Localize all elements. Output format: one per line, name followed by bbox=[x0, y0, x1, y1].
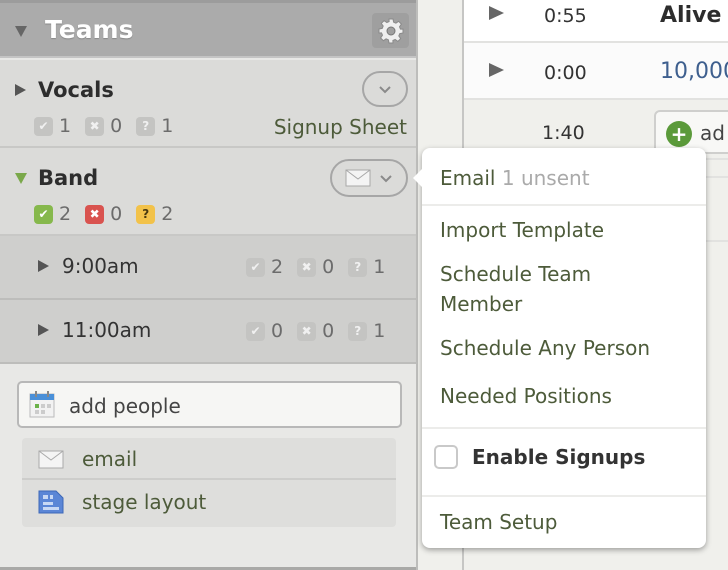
item-title[interactable]: 10,000 bbox=[660, 59, 728, 84]
unconfirmed-count: 1 bbox=[373, 256, 386, 278]
teams-header[interactable]: Teams bbox=[0, 0, 416, 58]
time-slot[interactable]: 9:00am ✔ 2 ✖ 0 ? 1 bbox=[0, 236, 416, 300]
menu-item-needed-positions[interactable]: Needed Positions bbox=[440, 381, 612, 411]
enable-signups-toggle[interactable]: Enable Signups bbox=[434, 445, 645, 469]
item-duration: 1:40 bbox=[542, 122, 585, 144]
menu-item-schedule-team-member[interactable]: Schedule Team Member bbox=[440, 259, 640, 319]
schedule-row[interactable]: 0:00 10,000 bbox=[464, 43, 728, 100]
calendar-icon bbox=[29, 391, 55, 418]
confirmed-icon: ✔ bbox=[34, 116, 53, 136]
team-options-button[interactable] bbox=[362, 71, 408, 107]
play-icon[interactable] bbox=[489, 63, 504, 77]
slot-stats: ✔ 0 ✖ 0 ? 1 bbox=[246, 320, 385, 342]
confirmed-icon: ✔ bbox=[34, 204, 53, 224]
team-stats: ✔ 2 ✖ 0 ? 2 bbox=[34, 203, 173, 225]
menu-divider bbox=[422, 427, 706, 429]
teams-sidebar: Teams Vocals ✔ 1 ✖ 0 ? 1 Signup Sheet Band bbox=[0, 0, 418, 570]
declined-count: 0 bbox=[110, 203, 123, 225]
schedule-row[interactable]: 0:55 Alive A bbox=[464, 0, 728, 43]
item-duration: 0:55 bbox=[544, 5, 587, 27]
chevron-down-icon bbox=[380, 174, 392, 182]
time-slot[interactable]: 11:00am ✔ 0 ✖ 0 ? 1 bbox=[0, 300, 416, 364]
email-tool[interactable]: email bbox=[22, 438, 396, 480]
unconfirmed-icon: ? bbox=[348, 321, 368, 341]
menu-item-import-template[interactable]: Import Template bbox=[440, 215, 604, 245]
stage-layout-tool-label: stage layout bbox=[82, 490, 207, 514]
declined-count: 0 bbox=[110, 115, 123, 137]
slot-time: 11:00am bbox=[62, 318, 152, 342]
envelope-icon bbox=[345, 169, 371, 187]
stage-layout-icon bbox=[38, 490, 64, 514]
menu-divider bbox=[422, 495, 706, 497]
confirmed-icon: ✔ bbox=[246, 257, 265, 277]
add-item-label: ad bbox=[700, 121, 725, 145]
collapse-triangle-icon[interactable] bbox=[15, 173, 27, 184]
plus-circle-icon: + bbox=[666, 121, 692, 147]
team-email-options-button[interactable] bbox=[330, 159, 408, 197]
slot-time: 9:00am bbox=[62, 254, 139, 278]
stage-layout-tool[interactable]: stage layout bbox=[22, 481, 396, 523]
gear-icon bbox=[378, 18, 403, 43]
team-options-menu: Email 1 unsent Import Template Schedule … bbox=[413, 148, 706, 548]
unconfirmed-count: 1 bbox=[161, 115, 174, 137]
declined-count: 0 bbox=[322, 256, 335, 278]
menu-divider bbox=[422, 204, 706, 206]
unconfirmed-icon: ? bbox=[136, 116, 156, 136]
add-people-label: add people bbox=[69, 394, 181, 418]
tool-list: email stage layout bbox=[22, 438, 396, 527]
declined-icon: ✖ bbox=[85, 204, 105, 224]
team-band[interactable]: Band ✔ 2 ✖ 0 ? 2 bbox=[0, 148, 416, 236]
envelope-icon bbox=[38, 450, 64, 469]
item-title[interactable]: Alive A bbox=[660, 3, 728, 28]
email-unsent-count: 1 unsent bbox=[501, 166, 590, 190]
declined-count: 0 bbox=[322, 320, 335, 342]
team-name: Vocals bbox=[38, 78, 114, 102]
confirmed-count: 0 bbox=[271, 320, 284, 342]
expand-triangle-icon[interactable] bbox=[15, 84, 26, 96]
teams-title: Teams bbox=[45, 15, 134, 44]
unconfirmed-icon: ? bbox=[136, 204, 156, 224]
confirmed-count: 1 bbox=[59, 115, 72, 137]
declined-icon: ✖ bbox=[297, 321, 317, 341]
unconfirmed-count: 1 bbox=[373, 320, 386, 342]
declined-icon: ✖ bbox=[85, 116, 105, 136]
add-people-button[interactable]: add people bbox=[17, 381, 402, 428]
slot-stats: ✔ 2 ✖ 0 ? 1 bbox=[246, 256, 385, 278]
expand-triangle-icon[interactable] bbox=[38, 324, 49, 336]
play-icon[interactable] bbox=[489, 6, 504, 20]
menu-item-schedule-any-person[interactable]: Schedule Any Person bbox=[440, 333, 650, 363]
email-label: Email bbox=[440, 166, 496, 190]
collapse-triangle-icon[interactable] bbox=[15, 26, 27, 37]
team-name: Band bbox=[38, 166, 99, 190]
menu-item-email[interactable]: Email 1 unsent bbox=[440, 163, 590, 193]
declined-icon: ✖ bbox=[297, 257, 317, 277]
confirmed-count: 2 bbox=[271, 256, 284, 278]
item-duration: 0:00 bbox=[544, 62, 587, 84]
signup-sheet-link[interactable]: Signup Sheet bbox=[274, 115, 407, 139]
unconfirmed-icon: ? bbox=[348, 257, 368, 277]
menu-pointer bbox=[413, 169, 422, 187]
team-stats: ✔ 1 ✖ 0 ? 1 bbox=[34, 115, 173, 137]
confirmed-icon: ✔ bbox=[246, 321, 265, 341]
expand-triangle-icon[interactable] bbox=[38, 260, 49, 272]
enable-signups-label: Enable Signups bbox=[472, 445, 646, 469]
confirmed-count: 2 bbox=[59, 203, 72, 225]
teams-settings-button[interactable] bbox=[372, 13, 409, 48]
menu-item-team-setup[interactable]: Team Setup bbox=[440, 507, 557, 537]
team-vocals[interactable]: Vocals ✔ 1 ✖ 0 ? 1 Signup Sheet bbox=[0, 60, 416, 148]
email-tool-label: email bbox=[82, 447, 138, 471]
chevron-down-icon bbox=[379, 85, 391, 93]
unconfirmed-count: 2 bbox=[161, 203, 174, 225]
enable-signups-checkbox[interactable] bbox=[434, 445, 458, 469]
